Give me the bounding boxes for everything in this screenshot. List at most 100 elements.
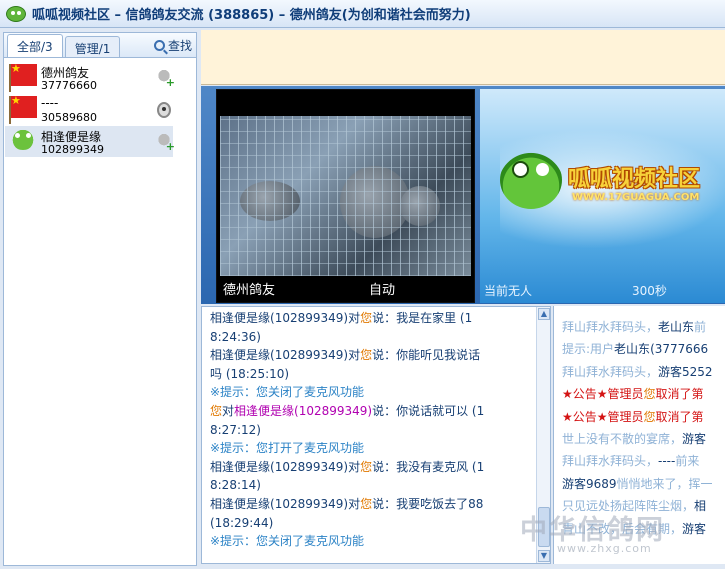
cage-image: [220, 116, 471, 276]
private-chat-log[interactable]: 相逢便是缘(102899349)对您说：我是在家里 (1 8:24:36) 相逢便是…: [201, 306, 551, 564]
chat-text-segment: 游客9689: [562, 476, 617, 491]
announcement-banner: [201, 30, 725, 85]
video-window-secondary[interactable]: 呱呱视频社区 WWW.17GUAGUA.COM 当前无人 300秒: [480, 89, 725, 303]
user-tabs: 全部/3 管理/1 查找: [4, 33, 196, 58]
public-chat-line: 世上没有不散的宴席，游客: [562, 428, 713, 450]
public-chat-line: ★公告★管理员您取消了第: [562, 406, 713, 428]
chat-message-line: 相逢便是缘(102899349)对您说：我没有麦克风 (1: [210, 458, 536, 477]
chat-text-segment: 说：你能听见我说话: [372, 348, 481, 363]
user-list-panel: 全部/3 管理/1 查找 德州鸽友 37776660 ---- 30589680…: [3, 32, 197, 566]
chat-text-segment: 说：我是在家里 (1: [372, 311, 473, 325]
chat-message-line: 相逢便是缘(102899349)对您说：我要吃饭去了88: [210, 495, 536, 514]
public-chat-messages: 拜山拜水拜码头，老山东前 提示:用户老山东(3777666 拜山拜水拜码头，游客52…: [562, 316, 713, 540]
chat-text-segment: 8:24:36): [210, 329, 261, 344]
chat-text-segment: 老山东: [658, 320, 695, 334]
video-mode-label[interactable]: 自动: [369, 279, 395, 298]
chat-text-segment: 相逢便是缘: [210, 348, 271, 363]
webcam-icon[interactable]: [157, 102, 171, 118]
chat-text-segment: 相: [694, 499, 707, 514]
watermark-url: www.zhxg.com: [557, 542, 652, 555]
chat-text-segment: (102899349)对: [270, 348, 361, 363]
chat-text-segment: 您: [360, 496, 373, 511]
chat-text-segment: 相逢便是缘(102899349): [234, 403, 373, 418]
user-id: 102899349: [41, 143, 104, 156]
guagua-logo-icon: [6, 5, 26, 22]
chat-text-segment: 吗 (18:25:10): [210, 366, 290, 381]
chat-text-segment: 拜山拜水拜码头，: [562, 320, 659, 334]
chat-text-segment: 您: [210, 403, 223, 418]
tab-all[interactable]: 全部/3: [7, 34, 63, 57]
chat-text-segment: 说：我没有麦克风 (1: [372, 459, 485, 474]
chat-text-segment: (102899349)对: [270, 459, 361, 474]
video-owner-label: 德州鸽友: [223, 283, 276, 298]
chat-text-segment: 您: [360, 311, 373, 325]
user-list-item[interactable]: 相逢便是缘 102899349: [5, 126, 175, 157]
scroll-up-arrow-icon[interactable]: ▲: [538, 308, 550, 320]
chat-text-segment: 前: [694, 320, 707, 334]
chat-text-segment: 悄悄地来了，挥一: [616, 476, 713, 491]
video-feed: [220, 116, 471, 276]
find-button[interactable]: 查找: [153, 35, 192, 55]
chat-text-segment: 说：我要吃饭去了88: [372, 496, 484, 511]
chat-text-segment: 取消了第: [655, 409, 704, 424]
chat-text-segment: 游客: [682, 521, 707, 536]
brand-logo-text: 呱呱视频社区: [568, 167, 701, 192]
chat-messages: 相逢便是缘(102899349)对您说：我是在家里 (1 8:24:36) 相逢便是…: [210, 309, 536, 551]
public-chat-line: 拜山拜水拜码头，游客5252: [562, 361, 713, 383]
chat-text-segment: 您: [643, 387, 656, 402]
chat-text-segment: (102899349)对: [270, 496, 361, 511]
chat-text-segment: ※提示：您关闭了麦克风功能: [210, 385, 365, 400]
scroll-down-arrow-icon[interactable]: ▼: [538, 550, 550, 562]
chat-text-segment: 您: [643, 409, 656, 424]
video-window-main[interactable]: 德州鸽友 自动: [216, 89, 475, 303]
chat-message-line: 相逢便是缘(102899349)对您说：你能听见我说话: [210, 346, 536, 365]
find-label: 查找: [167, 38, 192, 53]
chat-text-segment: 说：你说话就可以 (1: [372, 403, 485, 418]
chat-message-line: 您对相逢便是缘(102899349)说：你说话就可以 (1: [210, 402, 536, 421]
video-status-label: 当前无人: [484, 284, 533, 298]
user-id: 30589680: [41, 111, 97, 124]
chat-message-line: 8:27:12): [210, 421, 536, 440]
chat-text-segment: 对: [222, 403, 235, 418]
chat-text-segment: 世上没有不散的宴席，: [562, 431, 683, 446]
user-id: 37776660: [41, 79, 97, 92]
chat-text-segment: ※提示：您打开了麦克风功能: [210, 441, 365, 456]
tab-admin[interactable]: 管理/1: [64, 36, 121, 57]
user-list: 德州鸽友 37776660 ---- 30589680 相逢便是缘 102899…: [4, 58, 196, 157]
chat-text-segment: 拜山拜水拜码头，: [562, 364, 659, 379]
frog-logo-icon: [500, 151, 562, 209]
user-name: ----: [41, 96, 59, 110]
china-flag-icon: [9, 62, 37, 92]
chat-message-line: ※提示：您打开了麦克风功能: [210, 439, 536, 458]
chat-text-segment: ★公告★管理员: [562, 409, 644, 424]
chat-text-segment: 老山东: [614, 342, 651, 357]
chat-text-segment: 8:27:12): [210, 422, 261, 437]
chat-text-segment: (18:29:44): [210, 515, 274, 530]
chat-text-segment: 相逢便是缘: [210, 459, 271, 474]
user-list-item[interactable]: ---- 30589680: [5, 94, 173, 125]
frog-icon: [9, 128, 37, 150]
chat-text-segment: (3777666: [650, 342, 709, 357]
chat-message-line: 8:24:36): [210, 328, 536, 347]
chat-text-segment: 相逢便是缘: [210, 496, 271, 511]
china-flag-icon: [9, 94, 37, 124]
chat-text-segment: 提示:用户: [562, 342, 615, 357]
user-list-item[interactable]: 德州鸽友 37776660: [5, 62, 175, 93]
public-chat-line: 游客9689悄悄地来了，挥一: [562, 473, 713, 495]
chat-text-segment: 相逢便是缘: [210, 311, 271, 325]
chat-text-segment: ----: [658, 454, 676, 469]
chat-message-line: (18:29:44): [210, 514, 536, 533]
chat-text-segment: 拜山拜水拜码头，: [562, 454, 659, 469]
title-bar: 呱呱视频社区 – 信鸽鸽友交流 (388865) – 德州鸽友(为创和谐社会而努…: [0, 0, 725, 28]
chat-message-line: 吗 (18:25:10): [210, 365, 536, 384]
chat-text-segment: 您: [360, 459, 373, 474]
chat-text-segment: (102899349)对: [270, 311, 361, 325]
microphone-icon[interactable]: [157, 134, 175, 153]
chat-message-line: ※提示：您关闭了麦克风功能: [210, 383, 536, 402]
chat-text-segment: 前来: [675, 454, 700, 469]
chat-text-segment: ※提示：您关闭了麦克风功能: [210, 534, 365, 549]
chat-text-segment: 游客5252: [658, 364, 713, 379]
public-chat-line: 拜山拜水拜码头，老山东前: [562, 316, 713, 338]
microphone-icon[interactable]: [157, 70, 175, 89]
chat-text-segment: ★公告★管理员: [562, 387, 644, 402]
